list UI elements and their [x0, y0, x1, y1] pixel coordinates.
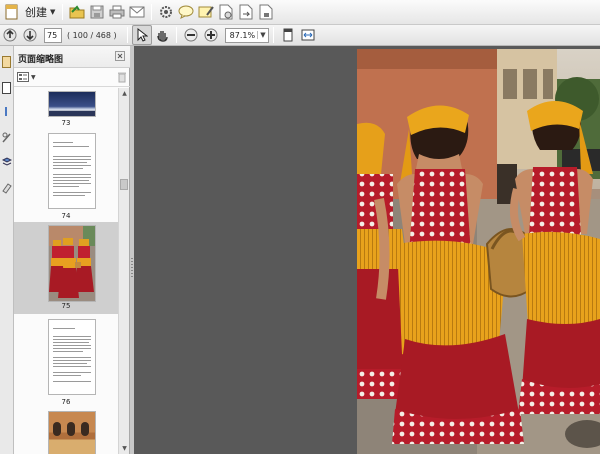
navigation-toolbar: 75 ( 100 / 468 ) 87.1% ▼ [0, 25, 600, 46]
panel-toolbar: ▼ [14, 69, 130, 87]
annotate-icon[interactable] [196, 2, 216, 22]
thumbnail-image [49, 226, 95, 301]
close-icon[interactable] [113, 49, 127, 63]
sign-icon[interactable] [216, 2, 236, 22]
thumbnail-label: 75 [61, 302, 71, 310]
options-icon [17, 72, 29, 82]
thumbnail-page-74[interactable]: 74 [14, 130, 118, 220]
document-view[interactable] [134, 46, 600, 454]
chevron-down-icon: ▼ [257, 31, 266, 39]
email-icon[interactable] [127, 2, 147, 22]
thumbnail-page-75[interactable]: 75 [14, 222, 118, 314]
thumbnail-options-button[interactable]: ▼ [17, 72, 36, 82]
create-menu-button[interactable]: 创建 ▼ [22, 2, 58, 22]
attachments-icon[interactable] [0, 104, 13, 120]
thumbnail-page-77[interactable] [14, 408, 118, 454]
fit-page-icon[interactable] [278, 25, 298, 45]
scroll-down-icon[interactable]: ▼ [120, 444, 129, 453]
create-pdf-icon[interactable] [2, 2, 22, 22]
thumbnail-label: 76 [61, 398, 71, 406]
splitter-grip[interactable] [131, 258, 133, 278]
print-icon[interactable] [107, 2, 127, 22]
flamenco-dancers-photo [357, 49, 600, 454]
thumbnail-scrollbar[interactable]: ▲ ▼ [118, 88, 129, 454]
scrollbar-thumb[interactable] [120, 179, 128, 190]
layers-icon[interactable] [0, 154, 13, 170]
thumbnail-image [49, 134, 95, 208]
export-icon[interactable] [236, 2, 256, 22]
tag-icon[interactable] [0, 180, 13, 196]
main-toolbar: 创建 ▼ [0, 0, 600, 25]
save-icon[interactable] [87, 2, 107, 22]
navigation-pane-strip [0, 46, 14, 454]
chevron-down-icon: ▼ [31, 73, 36, 81]
zoom-out-icon[interactable] [181, 25, 201, 45]
pdf-reader-window: 创建 ▼ 75 (100 / 468) 87.1% ▼ 页面缩略图 ▼ 73… [0, 0, 600, 454]
comment-icon[interactable] [176, 2, 196, 22]
open-folder-icon[interactable] [67, 2, 87, 22]
delete-icon[interactable] [117, 71, 127, 86]
signatures-icon[interactable] [0, 130, 13, 146]
next-page-icon[interactable] [20, 25, 40, 45]
chevron-down-icon: ▼ [50, 8, 56, 16]
thumbnail-page-76[interactable]: 76 [14, 316, 118, 406]
fit-width-icon[interactable] [298, 25, 318, 45]
page-thumbnails-panel: 页面缩略图 ▼ 73 74 75 76 ▲ ▼ [14, 46, 130, 454]
gear-icon[interactable] [156, 2, 176, 22]
toolbar-divider [62, 4, 64, 20]
page-number-input[interactable]: 75 [44, 27, 62, 43]
thumbnail-label: 74 [61, 212, 71, 220]
thumbnail-photo [53, 422, 89, 436]
hand-tool-icon[interactable] [152, 25, 172, 45]
zoom-in-icon[interactable] [201, 25, 221, 45]
thumbnail-image [49, 92, 95, 116]
create-label: 创建 [25, 6, 47, 19]
toolbar-divider [126, 27, 128, 43]
zoom-level-select[interactable]: 87.1% ▼ [224, 27, 269, 43]
thumbnail-label: 73 [61, 119, 71, 127]
panel-title: 页面缩略图 [18, 55, 64, 65]
bookmarks-icon[interactable] [0, 80, 13, 96]
toolbar-divider [272, 27, 274, 43]
prev-page-icon[interactable] [0, 25, 20, 45]
panel-header: 页面缩略图 [14, 46, 130, 68]
page-photo [357, 49, 600, 454]
thumbnail-image [49, 412, 95, 454]
pages-panel-icon[interactable] [0, 54, 13, 70]
page-count-label: ( 100 / 468 ) [67, 30, 117, 40]
thumbnail-image [49, 320, 95, 394]
toolbar-divider [175, 27, 177, 43]
secure-icon[interactable] [256, 2, 276, 22]
scroll-up-icon[interactable]: ▲ [120, 89, 129, 98]
zoom-level-value: 87.1% [229, 30, 256, 40]
select-arrow-icon[interactable] [131, 25, 152, 45]
page-number-value: 75 [47, 30, 58, 40]
thumbnail-page-73[interactable]: 73 [14, 88, 118, 128]
thumbnail-photo [49, 226, 95, 301]
thumbnail-list: 73 74 75 76 [14, 88, 118, 454]
toolbar-divider [151, 4, 153, 20]
